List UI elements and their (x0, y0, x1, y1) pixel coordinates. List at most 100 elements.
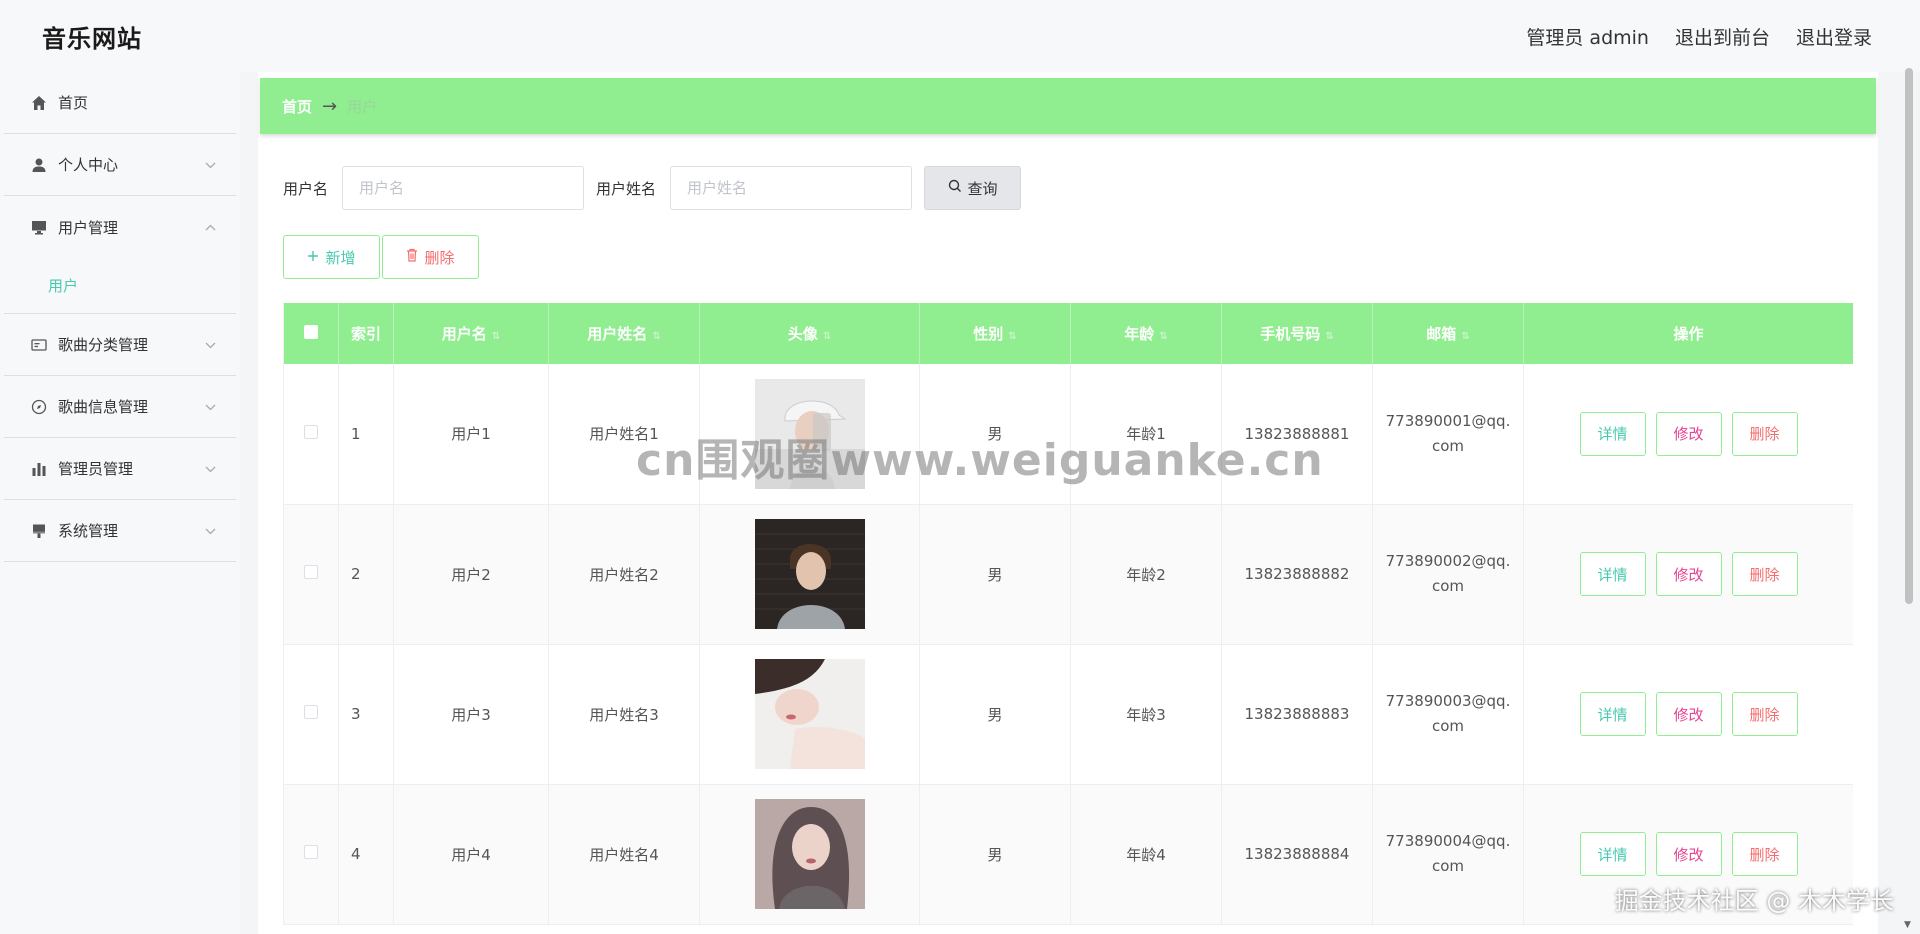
sidebar-item-label: 首页 (58, 94, 89, 112)
sort-icon: ⇅ (1008, 331, 1017, 342)
avatar[interactable] (754, 519, 865, 629)
table-header-row: 索引 用户名 ⇅ 用户姓名 ⇅ 头像 ⇅ 性别 ⇅ 年龄 ⇅ 手机号码 ⇅ 邮箱 ⇅ 操作 (283, 303, 1853, 364)
cell-realname: 用户姓名3 (548, 644, 700, 784)
action-bar: 新增 删除 (283, 235, 479, 279)
search-bar: 用户名 用户姓名 查询 (283, 166, 1022, 210)
row-checkbox[interactable] (304, 845, 318, 859)
sort-icon: ⇅ (1461, 331, 1470, 342)
table-row: 3 用户3 用户姓名3 男 年龄3 13823888883 773890003@… (283, 644, 1853, 784)
cell-realname: 用户姓名4 (548, 784, 700, 924)
cell-gender: 男 (919, 364, 1071, 504)
monitor-icon (30, 218, 48, 236)
sidebar-item-song-category[interactable]: 歌曲分类管理 (4, 314, 236, 376)
header-phone[interactable]: 手机号码 ⇅ (1221, 303, 1373, 364)
realname-label: 用户姓名 (596, 179, 657, 198)
logout-link[interactable]: 退出登录 (1796, 23, 1872, 50)
header-avatar[interactable]: 头像 ⇅ (699, 303, 920, 364)
delete-button[interactable]: 删除 (1731, 832, 1798, 876)
exit-to-front-link[interactable]: 退出到前台 (1675, 23, 1770, 50)
query-button[interactable]: 查询 (924, 166, 1022, 210)
detail-button[interactable]: 详情 (1579, 832, 1646, 876)
header-username[interactable]: 用户名 ⇅ (393, 303, 549, 364)
cell-operations: 详情 修改 删除 (1523, 644, 1853, 784)
avatar[interactable] (754, 659, 865, 769)
delete-button[interactable]: 删除 (1731, 692, 1798, 736)
cell-gender: 男 (919, 644, 1071, 784)
select-all-header (283, 303, 339, 364)
sidebar-subitem-users[interactable]: 用户 (4, 258, 236, 314)
edit-button[interactable]: 修改 (1655, 411, 1722, 456)
sidebar-item-label: 系统管理 (58, 522, 119, 540)
row-checkbox[interactable] (304, 424, 318, 439)
cell-avatar (699, 644, 920, 784)
delete-button[interactable]: 删除 (1731, 552, 1798, 596)
cell-age: 年龄1 (1070, 364, 1222, 504)
sidebar-item-system-management[interactable]: 系统管理 (4, 500, 236, 562)
header-realname[interactable]: 用户姓名 ⇅ (548, 303, 700, 364)
detail-button[interactable]: 详情 (1579, 411, 1646, 456)
select-all-checkbox[interactable] (304, 324, 318, 339)
cell-gender: 男 (919, 504, 1071, 644)
edit-button[interactable]: 修改 (1655, 552, 1722, 596)
breadcrumb-home-link[interactable]: 首页 (282, 96, 312, 117)
avatar[interactable] (754, 378, 865, 489)
sort-icon: ⇅ (1325, 331, 1334, 342)
add-button-label: 新增 (325, 248, 356, 267)
sidebar-item-label: 个人中心 (58, 156, 119, 174)
row-checkbox[interactable] (304, 705, 318, 719)
sidebar-item-admin-management[interactable]: 管理员管理 (4, 438, 236, 500)
plus-icon (307, 248, 319, 266)
cell-index: 3 (338, 644, 394, 784)
sidebar-item-profile[interactable]: 个人中心 (4, 134, 236, 196)
edit-button[interactable]: 修改 (1655, 832, 1722, 876)
chevron-up-icon (204, 220, 216, 234)
cell-realname: 用户姓名2 (548, 504, 700, 644)
cell-age: 年龄2 (1070, 504, 1222, 644)
cell-avatar (699, 504, 920, 644)
cell-username: 用户4 (393, 784, 549, 924)
sidebar-item-user-management[interactable]: 用户管理 (4, 196, 236, 258)
header-gender[interactable]: 性别 ⇅ (919, 303, 1071, 364)
delete-button[interactable]: 删除 (1731, 411, 1798, 456)
cell-gender: 男 (919, 784, 1071, 924)
breadcrumb-current: 用户 (347, 97, 378, 116)
cell-index: 1 (338, 364, 394, 504)
top-links: 管理员 admin 退出到前台 退出登录 (1526, 23, 1872, 50)
chevron-down-icon (204, 158, 216, 172)
breadcrumb: 首页 → 用户 (260, 78, 1876, 134)
username-label: 用户名 (283, 179, 329, 198)
row-checkbox[interactable] (304, 565, 318, 579)
detail-button[interactable]: 详情 (1579, 692, 1646, 736)
avatar[interactable] (754, 799, 865, 909)
header-operations: 操作 (1523, 303, 1853, 364)
cell-index: 2 (338, 504, 394, 644)
header-age[interactable]: 年龄 ⇅ (1070, 303, 1222, 364)
chevron-down-icon (204, 462, 216, 476)
detail-button[interactable]: 详情 (1579, 552, 1646, 596)
cell-avatar (699, 364, 920, 504)
add-button[interactable]: 新增 (283, 235, 380, 279)
cell-avatar (699, 784, 920, 924)
table-row: 4 用户4 用户姓名4 男 年龄4 13823888884 773890004@… (283, 784, 1853, 924)
realname-search-input[interactable] (670, 166, 913, 210)
batch-delete-button[interactable]: 删除 (382, 235, 479, 279)
chevron-down-icon (204, 400, 216, 414)
site-title: 音乐网站 (42, 24, 142, 53)
cell-index: 4 (338, 784, 394, 924)
scroll-down-arrow-icon[interactable]: ▼ (1904, 920, 1911, 930)
main-panel: 首页 → 用户 用户名 用户姓名 查询 新增 删除 (258, 72, 1878, 934)
sidebar-item-song-info[interactable]: 歌曲信息管理 (4, 376, 236, 438)
sidebar-item-home[interactable]: 首页 (4, 72, 236, 134)
query-button-label: 查询 (967, 179, 998, 198)
scrollbar-thumb[interactable] (1905, 68, 1913, 604)
header-email[interactable]: 邮箱 ⇅ (1372, 303, 1524, 364)
cell-phone: 13823888883 (1221, 644, 1373, 784)
search-icon (948, 179, 962, 197)
cell-operations: 详情 修改 删除 (1523, 504, 1853, 644)
username-search-input[interactable] (342, 166, 585, 210)
edit-button[interactable]: 修改 (1655, 692, 1722, 736)
trash-icon (406, 248, 418, 266)
cell-operations: 详情 修改 删除 (1523, 364, 1853, 504)
page-scrollbar[interactable]: ▼ (1904, 68, 1914, 934)
sidebar: 首页 个人中心 用户管理 用户 歌曲分类管理 歌曲信息管理 管理员管理 系统管理 (0, 72, 240, 934)
